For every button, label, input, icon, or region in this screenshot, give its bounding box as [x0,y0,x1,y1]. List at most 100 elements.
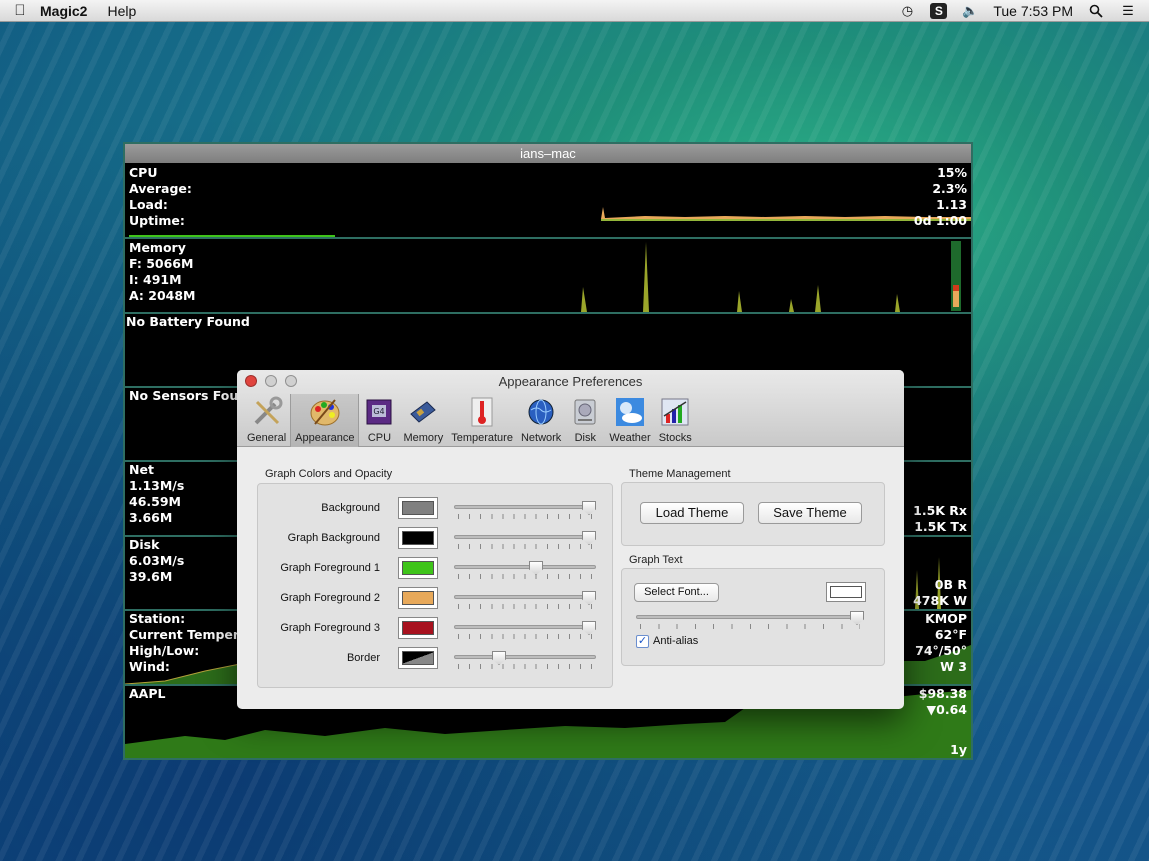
weather-temp: 62°F [934,627,967,642]
help-menu[interactable]: Help [107,3,136,19]
memory-panel: Memory F: 5066M I: 491M A: 2048M [125,239,971,314]
stocks-chart-icon [659,396,691,428]
notification-list-icon[interactable]: ☰ [1119,3,1137,19]
tab-general[interactable]: General [243,394,290,447]
cpu-panel: CPU Average: Load: Uptime: 15% 2.3% 1.13… [125,163,971,239]
cpu-load-label: Load: [129,197,168,212]
menu-clock[interactable]: Tue 7:53 PM [993,3,1073,19]
color-swatch[interactable] [398,587,438,609]
memory-inactive: I: 491M [129,272,182,287]
color-swatch[interactable] [398,527,438,549]
tools-icon [251,396,283,428]
load-theme-button[interactable]: Load Theme [640,502,744,524]
select-font-button[interactable]: Select Font... [634,583,719,602]
stock-range: 1y [950,742,967,757]
volume-icon[interactable]: 🔈 [961,3,979,19]
net-rx: 1.5K Rx [913,503,967,518]
disk-write: 478K W [913,593,967,608]
tab-weather[interactable]: Weather [605,394,654,447]
memory-label: Memory [129,240,186,255]
svg-text:G4: G4 [374,407,385,416]
tab-stocks[interactable]: Stocks [655,394,696,447]
color-swatch[interactable] [398,647,438,669]
tab-appearance-label: Appearance [295,432,355,444]
tab-stocks-label: Stocks [658,432,692,444]
color-swatch[interactable] [398,497,438,519]
app-menu[interactable]: Magic2 [40,3,87,19]
save-theme-button[interactable]: Save Theme [758,502,862,524]
color-swatch[interactable] [398,617,438,639]
globe-icon [525,396,557,428]
appearance-preferences-window[interactable]: Appearance Preferences General Appearanc… [237,370,904,709]
color-row-graph-background: Graph Background [258,524,612,554]
time-machine-icon[interactable]: ◷ [898,3,916,19]
opacity-slider[interactable] [454,621,596,639]
prefs-toolbar: Appearance Preferences General Appearanc… [237,370,904,447]
color-swatch[interactable] [398,557,438,579]
weather-sky-icon [614,396,646,428]
opacity-slider[interactable] [454,501,596,519]
spotlight-icon[interactable] [1087,3,1105,19]
tab-general-label: General [247,432,287,444]
thermometer-icon [466,396,498,428]
graph-colors-title: Graph Colors and Opacity [265,468,393,480]
memory-stick-icon [407,396,439,428]
s-app-icon[interactable]: S [930,2,948,19]
disk-rate: 6.03M/s [129,553,185,568]
color-row-background: Background [258,494,612,524]
color-row-label: Graph Foreground 3 [280,622,380,634]
tab-network-label: Network [520,432,562,444]
opacity-slider[interactable] [454,591,596,609]
weather-station: KMOP [925,611,967,626]
stock-change: ▼0.64 [926,702,967,717]
net-label: Net [129,462,154,477]
cpu-average-label: Average: [129,181,192,196]
palette-icon [309,396,341,428]
opacity-slider[interactable] [454,651,596,669]
color-row-foreground-2: Graph Foreground 2 [258,584,612,614]
cpu-uptime-label: Uptime: [129,213,185,228]
theme-management-group: Load Theme Save Theme [621,482,885,546]
tab-memory[interactable]: Memory [399,394,447,447]
color-row-label: Graph Foreground 2 [280,592,380,604]
graph-text-group: Select Font... ✓ Anti-alias [621,568,885,666]
opacity-slider[interactable] [454,531,596,549]
menu-bar:  Magic2 Help ◷ S 🔈 Tue 7:53 PM ☰ [0,0,1149,22]
prefs-title: Appearance Preferences [498,374,643,389]
anti-alias-checkbox[interactable]: ✓ [636,635,649,648]
color-row-label: Background [321,502,380,514]
text-color-swatch[interactable] [826,582,866,602]
cpu-average-value: 2.3% [932,181,967,196]
cpu-uptime-value: 0d 1:00 [913,213,967,228]
tab-cpu-label: CPU [367,432,392,444]
tab-temperature-label: Temperature [451,432,513,444]
weather-wind: W 3 [940,659,967,674]
monitor-title: ians–mac [125,144,971,163]
color-row-label: Graph Foreground 1 [280,562,380,574]
tab-appearance[interactable]: Appearance [290,394,360,447]
text-opacity-slider[interactable] [636,611,864,629]
tab-cpu[interactable]: G4 CPU [359,394,399,447]
memory-free: F: 5066M [129,256,194,271]
tab-temperature[interactable]: Temperature [447,394,517,447]
tab-network[interactable]: Network [517,394,565,447]
disk-total: 39.6M [129,569,173,584]
disk-read: 0B R [934,577,967,592]
cpu-chip-icon: G4 [363,396,395,428]
tab-memory-label: Memory [403,432,444,444]
theme-management-title: Theme Management [629,468,731,480]
anti-alias-label: Anti-alias [653,635,699,647]
net-received: 46.59M [129,494,181,509]
stock-price: $98.38 [918,686,967,701]
graph-colors-group: Background Graph Background Graph Foregr… [257,483,613,688]
color-row-label: Border [346,652,380,664]
net-sent: 3.66M [129,510,173,525]
disk-label: Disk [129,537,160,552]
color-row-foreground-1: Graph Foreground 1 [258,554,612,584]
tab-weather-label: Weather [609,432,651,444]
opacity-slider[interactable] [454,561,596,579]
color-row-foreground-3: Graph Foreground 3 [258,614,612,644]
apple-icon[interactable]:  [0,2,40,19]
tab-disk[interactable]: Disk [565,394,605,447]
weather-station-label: Station: [129,611,186,626]
